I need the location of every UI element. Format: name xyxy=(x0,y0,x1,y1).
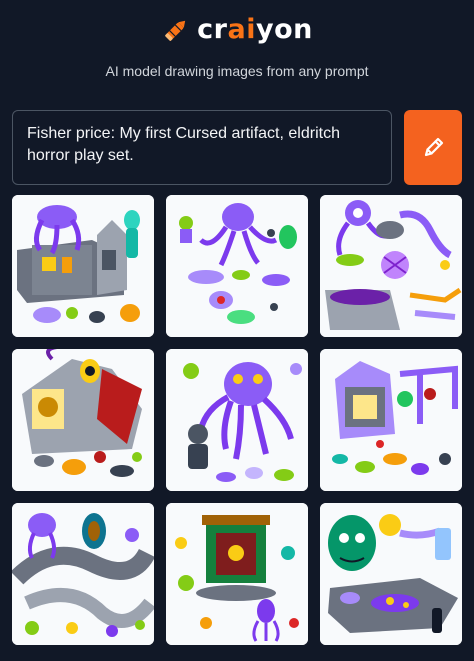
tagline: AI model drawing images from any prompt xyxy=(105,63,369,79)
result-image-3[interactable] xyxy=(320,195,462,337)
result-image-9[interactable] xyxy=(320,503,462,645)
pencil-icon xyxy=(424,137,444,156)
result-image-4[interactable] xyxy=(12,349,154,491)
result-image-1[interactable] xyxy=(12,195,154,337)
results-grid xyxy=(12,195,462,645)
result-image-6[interactable] xyxy=(320,349,462,491)
prompt-input[interactable]: Fisher price: My first Cursed artifact, … xyxy=(12,110,392,185)
result-image-2[interactable] xyxy=(166,195,308,337)
result-image-8[interactable] xyxy=(166,503,308,645)
crayon-icon xyxy=(165,20,186,41)
result-image-5[interactable] xyxy=(166,349,308,491)
logo-text: craiyon xyxy=(197,14,313,45)
result-image-7[interactable] xyxy=(12,503,154,645)
draw-button[interactable] xyxy=(404,110,462,185)
app-logo[interactable]: craiyon xyxy=(0,14,474,45)
